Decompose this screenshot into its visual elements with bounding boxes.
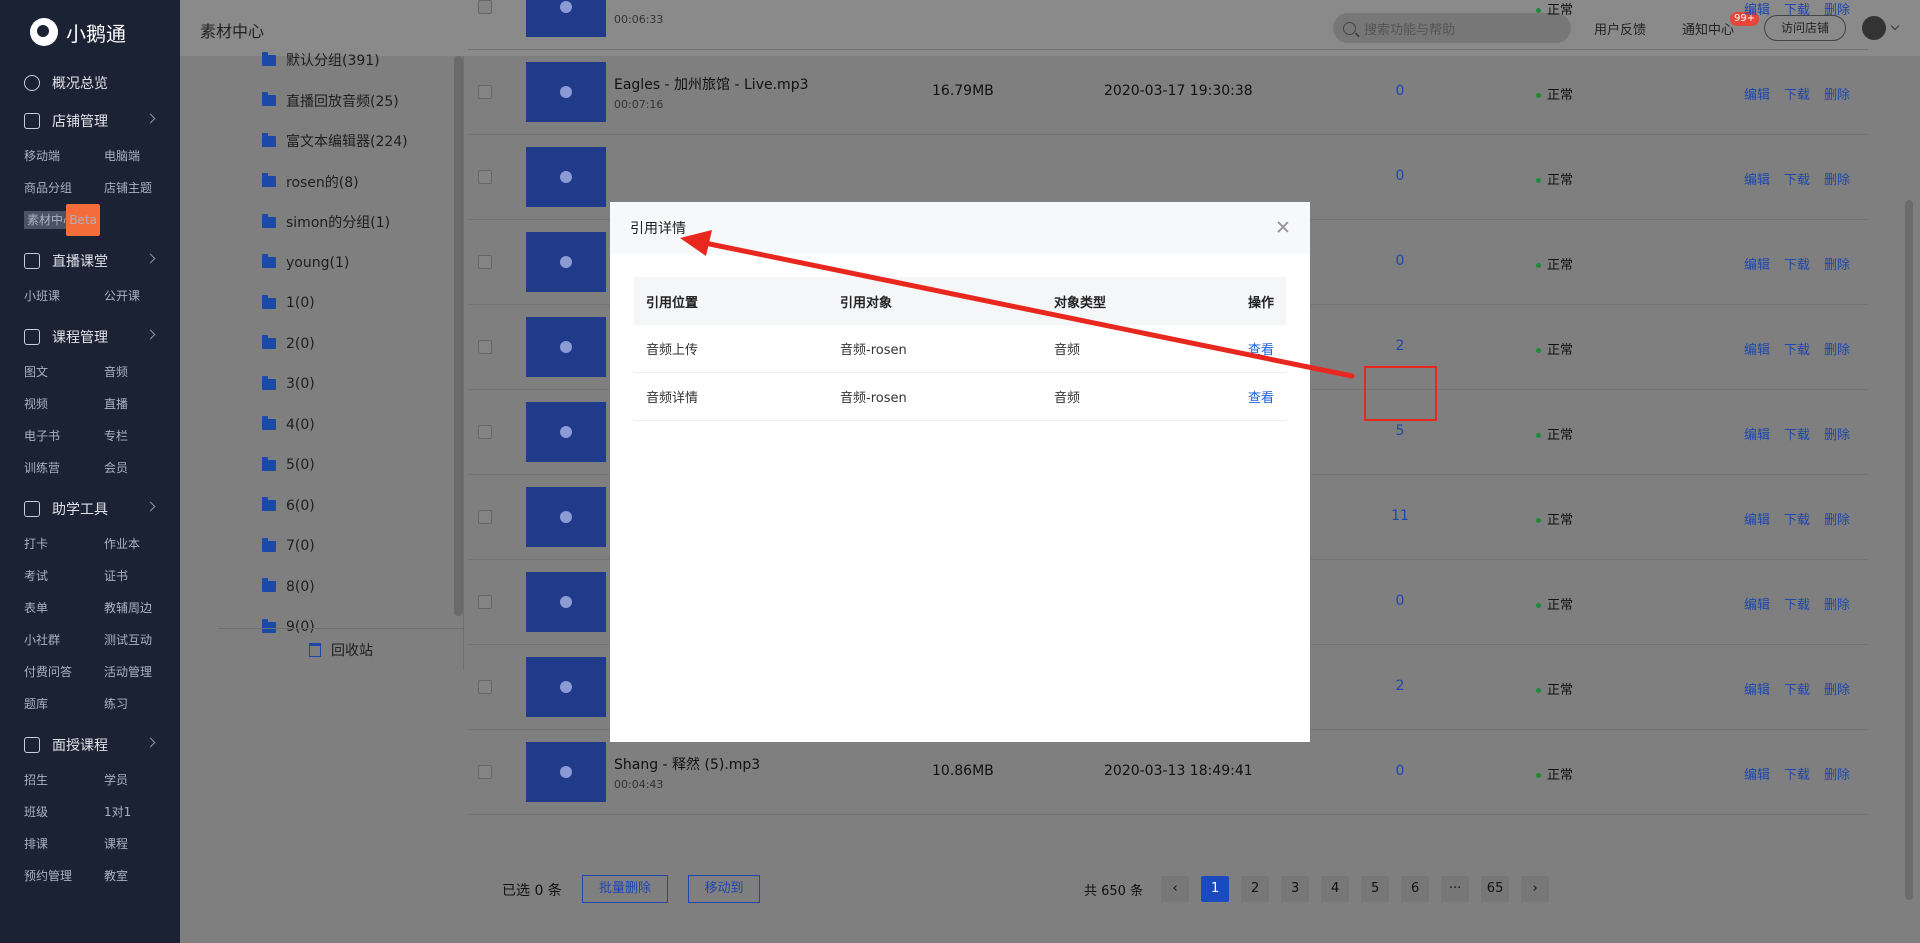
annotation-arrow [680, 230, 1355, 379]
